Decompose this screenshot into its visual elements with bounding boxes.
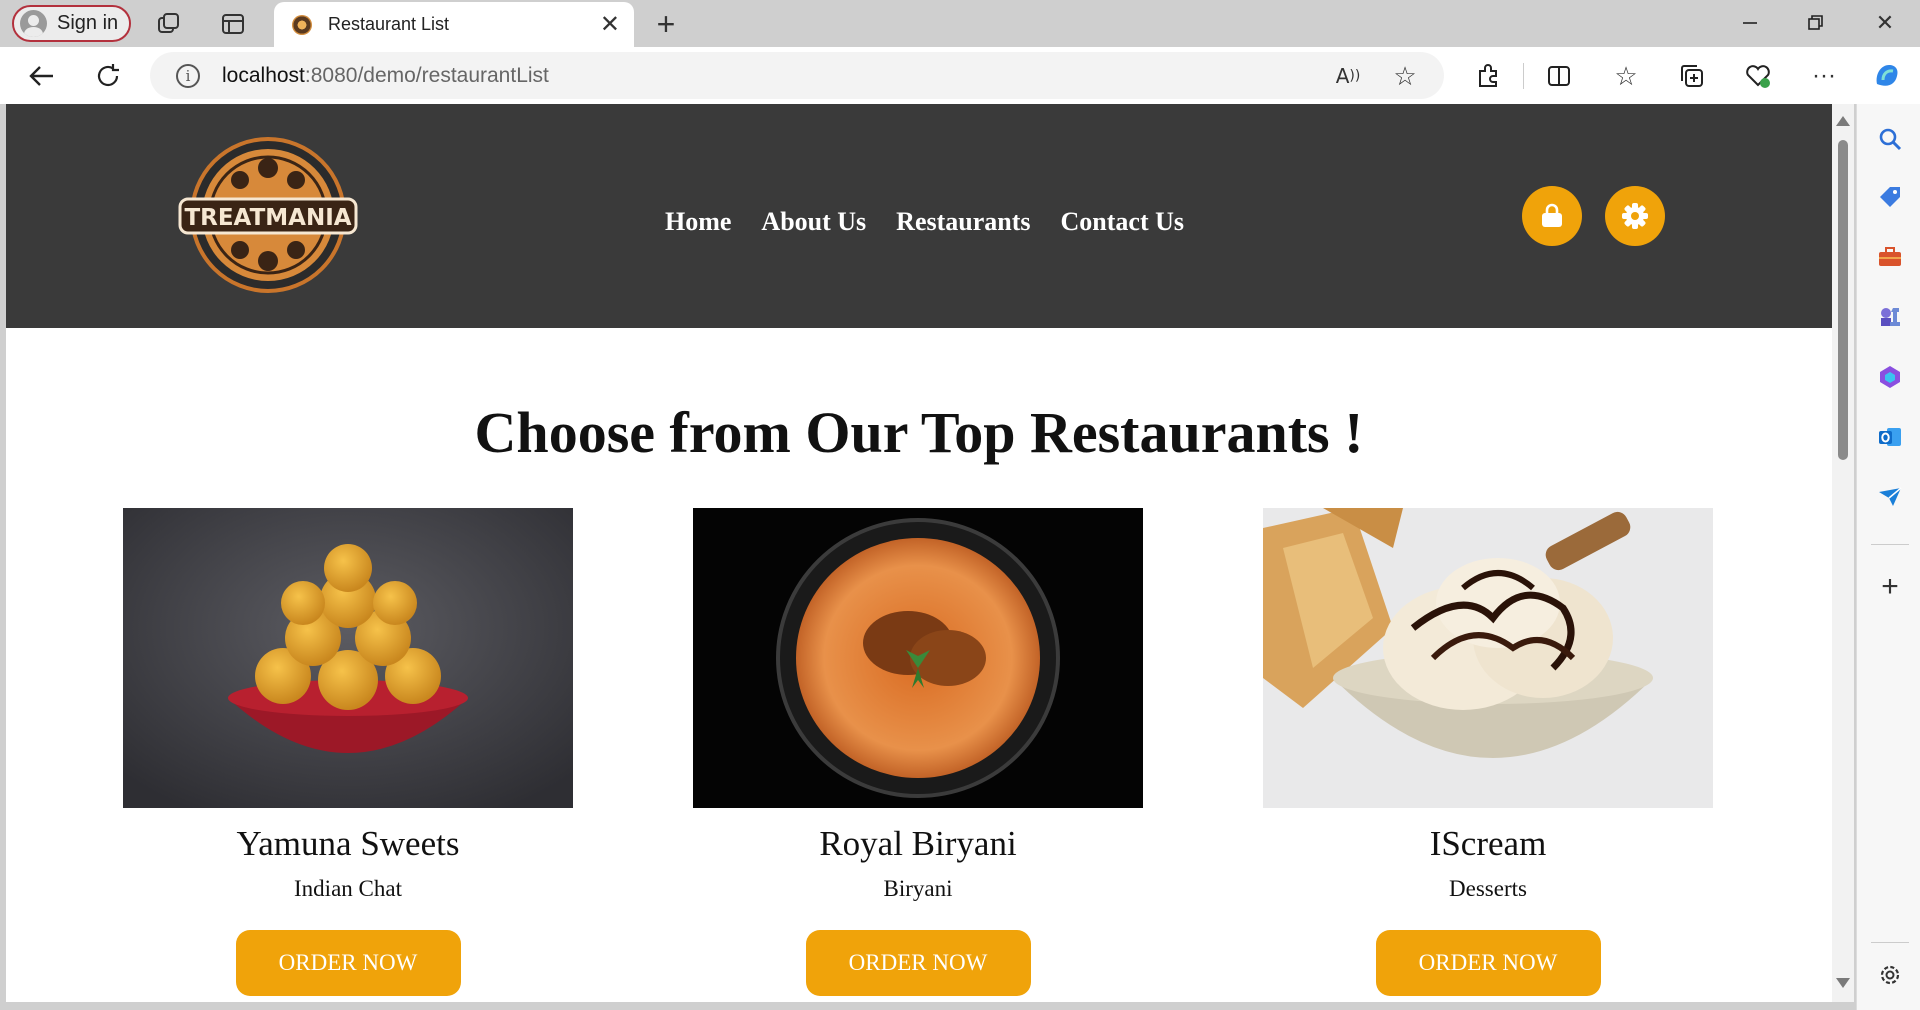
restaurant-name: IScream [1429, 824, 1547, 863]
site-header: TREATMANIA Home About Us Restaurants Con… [6, 104, 1832, 328]
tab-actions-icon[interactable] [218, 10, 248, 38]
minimize-icon[interactable] [1735, 8, 1765, 38]
restaurant-card: IScream Desserts ORDER NOW [1263, 508, 1713, 996]
restaurant-card: Royal Biryani Biryani ORDER NOW [693, 508, 1143, 996]
scrollbar-thumb[interactable] [1838, 140, 1848, 460]
order-now-button[interactable]: ORDER NOW [1375, 930, 1601, 996]
ice-cream-bowl-photo[interactable] [1263, 508, 1713, 808]
page-title: Choose from Our Top Restaurants ! [474, 400, 1364, 465]
read-aloud-icon[interactable]: A)) [1333, 62, 1363, 90]
sidebar-divider [1871, 544, 1909, 545]
extensions-icon[interactable] [1472, 60, 1504, 92]
collections-icon[interactable] [1676, 60, 1708, 92]
new-tab-icon[interactable]: + [650, 6, 682, 42]
cart-bag-button[interactable] [1522, 186, 1582, 246]
tab-title: Restaurant List [328, 14, 450, 34]
restaurant-card: Yamuna Sweets Indian Chat ORDER NOW [123, 508, 573, 996]
page-viewport: TREATMANIA Home About Us Restaurants Con… [6, 104, 1832, 1002]
scroll-down-arrow-icon[interactable] [1836, 978, 1850, 988]
back-arrow-icon[interactable] [26, 60, 58, 92]
order-now-button[interactable]: ORDER NOW [805, 930, 1031, 996]
browser-toolbar: i localhost:8080/demo/restaurantList A))… [0, 47, 1920, 104]
drop-send-icon[interactable] [1877, 484, 1903, 510]
refresh-icon[interactable] [92, 60, 124, 92]
restaurant-cuisine: Biryani [883, 876, 953, 901]
tab-restaurant-list[interactable]: Restaurant List ✕ [274, 2, 634, 47]
sidebar-divider [1871, 942, 1909, 943]
split-screen-icon[interactable] [1543, 60, 1575, 92]
close-window-icon[interactable]: ✕ [1870, 8, 1900, 38]
gear-icon [1622, 203, 1648, 229]
profile-avatar-icon [20, 10, 47, 37]
games-chess-icon[interactable] [1877, 304, 1903, 330]
browser-tab-bar: Sign in Restaurant List ✕ + ✕ [0, 0, 1920, 47]
copilot-icon[interactable] [1870, 59, 1904, 93]
restaurant-cuisine: Indian Chat [294, 876, 402, 901]
profile-label: Sign in [57, 12, 119, 34]
microsoft-365-icon[interactable] [1877, 364, 1903, 390]
favorites-icon[interactable]: ☆ [1610, 60, 1642, 92]
site-favicon-icon [292, 14, 312, 35]
sidebar-settings-gear-icon[interactable] [1877, 962, 1903, 988]
outlook-icon[interactable] [1877, 424, 1903, 450]
restaurant-cuisine: Desserts [1449, 876, 1527, 901]
toolbar-divider [1523, 63, 1524, 89]
url-path: :8080/demo/restaurantList [304, 63, 549, 87]
shopping-bag-icon [1542, 203, 1562, 227]
add-sidebar-app-icon[interactable]: + [1877, 572, 1903, 602]
browser-sidebar: + [1856, 104, 1920, 1010]
search-icon[interactable] [1877, 126, 1903, 152]
scroll-up-arrow-icon[interactable] [1836, 116, 1850, 126]
nav-contact-us[interactable]: Contact Us [1061, 207, 1185, 237]
tab-close-icon[interactable]: ✕ [600, 12, 620, 37]
favorite-star-icon[interactable]: ☆ [1390, 61, 1420, 91]
more-options-icon[interactable]: ··· [1808, 60, 1840, 92]
url-host: localhost [222, 63, 305, 87]
nav-about-us[interactable]: About Us [761, 207, 866, 237]
address-bar[interactable]: i localhost:8080/demo/restaurantList A))… [150, 52, 1444, 99]
logo-text: TREATMANIA [184, 205, 351, 231]
settings-button[interactable] [1605, 186, 1665, 246]
site-info-icon[interactable]: i [176, 63, 200, 88]
main-nav: Home About Us Restaurants Contact Us [665, 207, 1184, 237]
biryani-bowl-photo[interactable] [693, 508, 1143, 808]
nav-restaurants[interactable]: Restaurants [896, 207, 1030, 237]
laddoo-bowl-photo[interactable] [123, 508, 573, 808]
restore-window-icon[interactable] [1801, 8, 1831, 38]
page-scrollbar[interactable] [1832, 104, 1854, 1002]
browser-essentials-icon[interactable] [1742, 60, 1774, 92]
profile-sign-in-button[interactable]: Sign in [12, 5, 131, 42]
workspaces-icon[interactable] [154, 10, 184, 38]
restaurant-name: Yamuna Sweets [236, 824, 460, 863]
order-now-button[interactable]: ORDER NOW [235, 930, 461, 996]
restaurant-name: Royal Biryani [819, 824, 1017, 863]
address-url: localhost:8080/demo/restaurantList [222, 64, 549, 88]
treatmania-logo[interactable]: TREATMANIA [178, 135, 358, 295]
nav-home[interactable]: Home [665, 207, 731, 237]
tools-toolbox-icon[interactable] [1877, 244, 1903, 270]
shopping-tag-icon[interactable] [1877, 184, 1903, 210]
